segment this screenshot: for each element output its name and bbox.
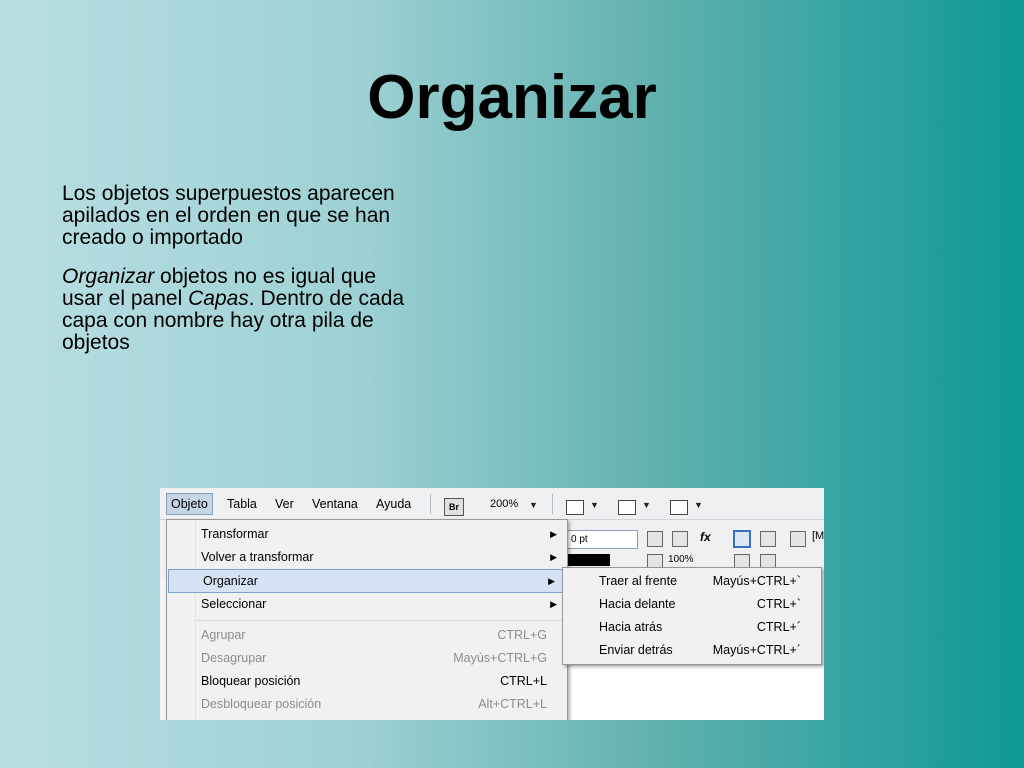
menu-item-desagrupar[interactable]: Desagrupar Mayús+CTRL+G bbox=[167, 647, 567, 669]
submenu-item-label: Traer al frente bbox=[599, 574, 678, 588]
chevron-down-icon[interactable]: ▼ bbox=[694, 500, 703, 510]
menu-item-label: Organizar bbox=[203, 574, 258, 588]
menu-item-label: Desagrupar bbox=[201, 651, 267, 665]
arrange-documents-icon[interactable] bbox=[670, 500, 688, 515]
menu-objeto[interactable]: Objeto bbox=[166, 493, 213, 515]
menu-item-agrupar[interactable]: Agrupar CTRL+G bbox=[167, 624, 567, 646]
stroke-color-swatch[interactable] bbox=[566, 554, 610, 566]
paragraph-arrange: Organizar objetos no es igual que usar e… bbox=[62, 266, 422, 354]
chevron-down-icon[interactable]: ▼ bbox=[642, 500, 651, 510]
menu-item-bloquear-posicion[interactable]: Bloquear posición CTRL+L bbox=[167, 670, 567, 692]
menu-bar: Objeto Tabla Ver Ventana Ayuda Br 200% ▼… bbox=[160, 488, 824, 520]
menu-item-shortcut: CTRL+L bbox=[500, 674, 547, 688]
menu-ventana[interactable]: Ventana bbox=[308, 494, 362, 514]
emphasis-organizar: Organizar bbox=[62, 265, 155, 288]
submenu-item-traer-al-frente[interactable]: Traer al frente Mayús+CTRL+` bbox=[563, 570, 821, 592]
submenu-item-shortcut: CTRL+` bbox=[756, 597, 801, 611]
triangle-right-icon: ▶ bbox=[548, 576, 555, 586]
chevron-down-icon[interactable]: ▼ bbox=[590, 500, 599, 510]
document-canvas[interactable] bbox=[568, 666, 824, 720]
submenu-item-hacia-atras[interactable]: Hacia atrás CTRL+´ bbox=[563, 616, 821, 638]
menubar-separator bbox=[430, 494, 431, 514]
submenu-item-label: Hacia delante bbox=[599, 597, 676, 611]
submenu-item-label: Enviar detrás bbox=[599, 643, 673, 657]
app-screenshot: Objeto Tabla Ver Ventana Ayuda Br 200% ▼… bbox=[160, 488, 824, 720]
menu-item-volver-transformar[interactable]: Volver a transformar ▶ bbox=[167, 546, 567, 568]
menu-tabla[interactable]: Tabla bbox=[223, 494, 261, 514]
menu-item-label: Agrupar bbox=[201, 628, 246, 642]
drop-shadow-icon[interactable] bbox=[672, 531, 688, 547]
zoom-level[interactable]: 200% bbox=[490, 494, 518, 514]
submenu-item-label: Hacia atrás bbox=[599, 620, 663, 634]
align-text-icon[interactable] bbox=[733, 530, 751, 548]
bridge-icon[interactable]: Br bbox=[444, 498, 464, 516]
text-wrap-icon[interactable] bbox=[760, 531, 776, 547]
submenu-item-enviar-detras[interactable]: Enviar detrás Mayús+CTRL+´ bbox=[563, 639, 821, 661]
menu-ayuda[interactable]: Ayuda bbox=[372, 494, 415, 514]
submenu-item-shortcut: Mayús+CTRL+` bbox=[712, 574, 801, 588]
organizar-submenu: Traer al frente Mayús+CTRL+` Hacia delan… bbox=[562, 567, 822, 665]
menu-item-label: Bloquear posición bbox=[201, 674, 301, 688]
chevron-down-icon[interactable]: ▼ bbox=[529, 500, 538, 510]
menu-item-label: Transformar bbox=[201, 527, 269, 541]
triangle-right-icon: ▶ bbox=[550, 529, 557, 539]
objeto-dropdown-menu: Transformar ▶ Volver a transformar ▶ Org… bbox=[166, 519, 568, 720]
partial-field[interactable]: [M bbox=[812, 530, 824, 542]
stroke-weight-input[interactable]: 0 pt bbox=[566, 530, 638, 549]
menu-item-transformar[interactable]: Transformar ▶ bbox=[167, 523, 567, 545]
effects-icon[interactable]: fx bbox=[700, 530, 711, 544]
menu-separator bbox=[197, 620, 565, 621]
menu-item-shortcut: Mayús+CTRL+G bbox=[453, 651, 547, 665]
menu-item-shortcut: CTRL+G bbox=[497, 628, 547, 642]
menu-item-label: Desbloquear posición bbox=[201, 697, 322, 711]
triangle-right-icon: ▶ bbox=[550, 552, 557, 562]
triangle-right-icon: ▶ bbox=[550, 599, 557, 609]
menu-item-seleccionar[interactable]: Seleccionar ▶ bbox=[167, 593, 567, 615]
menu-item-shortcut: Alt+CTRL+L bbox=[478, 697, 547, 711]
view-options-icon[interactable] bbox=[618, 500, 636, 515]
emphasis-capas: Capas bbox=[188, 287, 249, 310]
submenu-item-hacia-delante[interactable]: Hacia delante CTRL+` bbox=[563, 593, 821, 615]
menu-item-label: Volver a transformar bbox=[201, 550, 314, 564]
opacity-value[interactable]: 100% bbox=[668, 554, 694, 565]
menubar-separator bbox=[552, 494, 553, 514]
menu-item-desbloquear-posicion[interactable]: Desbloquear posición Alt+CTRL+L bbox=[167, 693, 567, 715]
menu-item-organizar[interactable]: Organizar ▶ bbox=[168, 569, 566, 593]
transform-icon[interactable] bbox=[790, 531, 806, 547]
slide-title: Organizar bbox=[367, 63, 657, 132]
menu-ver[interactable]: Ver bbox=[271, 494, 298, 514]
submenu-item-shortcut: Mayús+CTRL+´ bbox=[712, 643, 801, 657]
submenu-item-shortcut: CTRL+´ bbox=[756, 620, 801, 634]
menu-item-label: Seleccionar bbox=[201, 597, 267, 611]
frame-fitting-icon[interactable] bbox=[647, 531, 663, 547]
paragraph-stacking: Los objetos superpuestos aparecen apilad… bbox=[62, 182, 395, 249]
screen-mode-icon[interactable] bbox=[566, 500, 584, 515]
